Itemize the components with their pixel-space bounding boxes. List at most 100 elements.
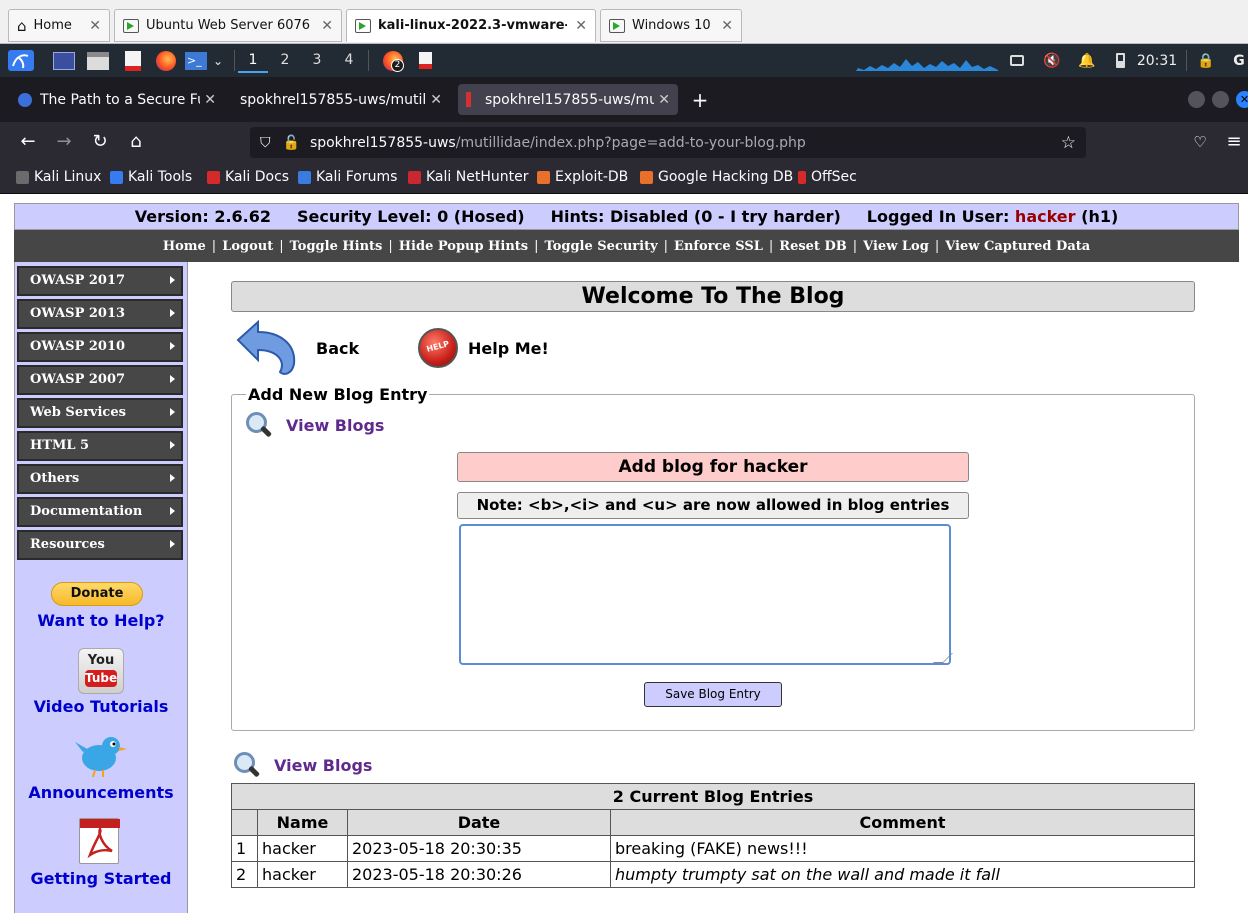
url-bar[interactable]: ⛉ 🔓 spokhrel157855-uws/mutillidae/index.… (250, 127, 1086, 158)
menu-view-log[interactable]: View Log (857, 239, 935, 254)
menu-toggle-security[interactable]: Toggle Security (539, 239, 664, 254)
bookmark-label: Google Hacking DB (658, 169, 794, 185)
column-header-date: Date (347, 809, 611, 836)
back-arrow-icon[interactable]: ← (16, 130, 40, 154)
bookmark-kali-linux[interactable]: Kali Linux (16, 169, 101, 185)
browser-tab-3[interactable]: spokhrel157855-uws/mut ✕ (458, 84, 678, 115)
save-blog-entry-button[interactable]: Save Blog Entry (644, 682, 782, 707)
bookmark-exploit-db[interactable]: Exploit-DB (537, 169, 628, 185)
vm-tab-kali[interactable]: kali-linux-2022.3-vmware-a... ✕ (346, 9, 596, 42)
hints-text: Hints: Disabled (0 - I try harder) (550, 207, 841, 226)
back-link[interactable]: Back (316, 339, 359, 358)
row-number: 2 (231, 861, 258, 888)
video-tutorials-link[interactable]: Video Tutorials (15, 697, 187, 716)
sidebar-item-documentation[interactable]: Documentation (17, 497, 183, 527)
menu-reset-db[interactable]: Reset DB (773, 239, 852, 254)
close-icon[interactable]: ✕ (204, 92, 216, 108)
bookmark-kali-nethunter[interactable]: Kali NetHunter (408, 169, 528, 185)
help-button-icon[interactable]: HELP (418, 328, 458, 368)
close-icon[interactable]: ✕ (721, 18, 733, 34)
workspace-3[interactable]: 3 (302, 48, 332, 73)
sidebar-item-owasp-2017[interactable]: OWASP 2017 (17, 266, 183, 296)
vm-tab-home[interactable]: ⌂ Home ✕ (8, 9, 110, 42)
bookmark-offsec[interactable]: OffSec (798, 169, 857, 185)
clock[interactable]: 20:31 (1136, 50, 1178, 71)
forward-arrow-icon[interactable]: → (52, 130, 76, 154)
new-tab-button[interactable]: + (686, 84, 714, 115)
twitter-bird-icon[interactable] (75, 732, 127, 778)
home-icon[interactable]: ⌂ (124, 130, 148, 154)
bell-icon[interactable]: 🔔 (1078, 50, 1096, 71)
file-manager-icon[interactable] (86, 50, 110, 71)
magnifier-icon (232, 750, 262, 780)
help-me-link[interactable]: Help Me! (468, 339, 549, 358)
menu-home[interactable]: Home (157, 239, 212, 254)
donate-button[interactable]: Donate (51, 582, 143, 606)
close-icon[interactable]: ✕ (658, 92, 670, 108)
terminal-icon[interactable]: >_ (184, 50, 208, 71)
view-blogs-link[interactable]: View Blogs (244, 410, 384, 440)
close-icon[interactable]: ✕ (321, 18, 333, 34)
workspace-4[interactable]: 4 (334, 48, 364, 73)
sidebar-item-owasp-2007[interactable]: OWASP 2007 (17, 365, 183, 395)
view-blogs-label: View Blogs (286, 415, 385, 435)
hamburger-menu-icon[interactable]: ≡ (1222, 130, 1246, 154)
workspace-2[interactable]: 2 (270, 48, 300, 73)
close-window-button[interactable]: ✕ (1236, 91, 1248, 108)
getting-started-link[interactable]: Getting Started (15, 869, 187, 888)
sidebar-item-html5[interactable]: HTML 5 (17, 431, 183, 461)
panel-edge-label[interactable]: G (1230, 50, 1248, 71)
reload-icon[interactable]: ↻ (88, 130, 112, 154)
bookmark-star-icon[interactable]: ☆ (1061, 133, 1076, 153)
maximize-button[interactable] (1212, 91, 1229, 108)
kali-menu-icon[interactable] (8, 50, 34, 71)
vm-tab-ubuntu[interactable]: Ubuntu Web Server 6076 ✕ (114, 9, 342, 42)
view-blogs-link-2[interactable]: View Blogs (232, 750, 372, 780)
bookmark-kali-forums[interactable]: Kali Forums (298, 169, 397, 185)
battery-icon[interactable] (1112, 50, 1128, 71)
browser-tab-strip: The Path to a Secure Futu ✕ spokhrel1578… (0, 77, 1248, 122)
column-header-comment: Comment (610, 809, 1195, 836)
bookmark-kali-tools[interactable]: Kali Tools (110, 169, 192, 185)
kali-icon (16, 170, 29, 184)
close-icon[interactable]: ✕ (430, 92, 442, 108)
pocket-icon[interactable]: ♡ (1188, 130, 1212, 154)
row-date: 2023-05-18 20:30:26 (347, 861, 611, 888)
sidebar-item-others[interactable]: Others (17, 464, 183, 494)
fieldset-legend: Add New Blog Entry (246, 385, 430, 404)
youtube-icon[interactable]: You Tube (78, 648, 124, 694)
help-badge-text: HELP (425, 339, 451, 354)
menu-toggle-hints[interactable]: Toggle Hints (284, 239, 389, 254)
sidebar-item-web-services[interactable]: Web Services (17, 398, 183, 428)
close-icon[interactable]: ✕ (575, 18, 587, 34)
display-icon[interactable] (1008, 50, 1026, 71)
menu-logout[interactable]: Logout (216, 239, 279, 254)
browser-tab-2[interactable]: spokhrel157855-uws/mutillid ✕ (232, 84, 450, 115)
firefox-window-icon[interactable]: 2 (380, 50, 406, 72)
menu-hide-popup-hints[interactable]: Hide Popup Hints (393, 239, 534, 254)
text-editor-icon[interactable] (122, 50, 144, 71)
menu-enforce-ssl[interactable]: Enforce SSL (668, 239, 769, 254)
sidebar-item-owasp-2010[interactable]: OWASP 2010 (17, 332, 183, 362)
back-arrow-icon[interactable] (234, 319, 300, 376)
announcements-link[interactable]: Announcements (15, 783, 187, 802)
editor-window-icon[interactable] (416, 50, 434, 71)
firefox-icon[interactable] (154, 50, 178, 71)
sidebar-item-resources[interactable]: Resources (17, 530, 183, 560)
pdf-icon[interactable] (79, 818, 120, 864)
close-icon[interactable]: ✕ (89, 18, 101, 34)
blog-entry-textarea[interactable] (459, 524, 951, 665)
want-to-help-link[interactable]: Want to Help? (15, 611, 187, 630)
workspace-1[interactable]: 1 (238, 48, 268, 73)
vm-tab-windows[interactable]: Windows 10 ✕ (600, 9, 742, 42)
minimize-button[interactable] (1188, 91, 1205, 108)
bookmark-kali-docs[interactable]: Kali Docs (207, 169, 289, 185)
browser-tab-1[interactable]: The Path to a Secure Futu ✕ (10, 84, 224, 115)
bookmark-google-hacking-db[interactable]: Google Hacking DB (640, 169, 793, 185)
menu-view-captured-data[interactable]: View Captured Data (939, 239, 1096, 254)
chevron-down-icon[interactable]: ⌄ (210, 50, 226, 71)
muted-speaker-icon[interactable]: 🔇 (1042, 50, 1062, 71)
sidebar-item-owasp-2013[interactable]: OWASP 2013 (17, 299, 183, 329)
lock-icon[interactable]: 🔒 (1196, 50, 1216, 71)
terminal-window-icon[interactable] (52, 50, 76, 71)
